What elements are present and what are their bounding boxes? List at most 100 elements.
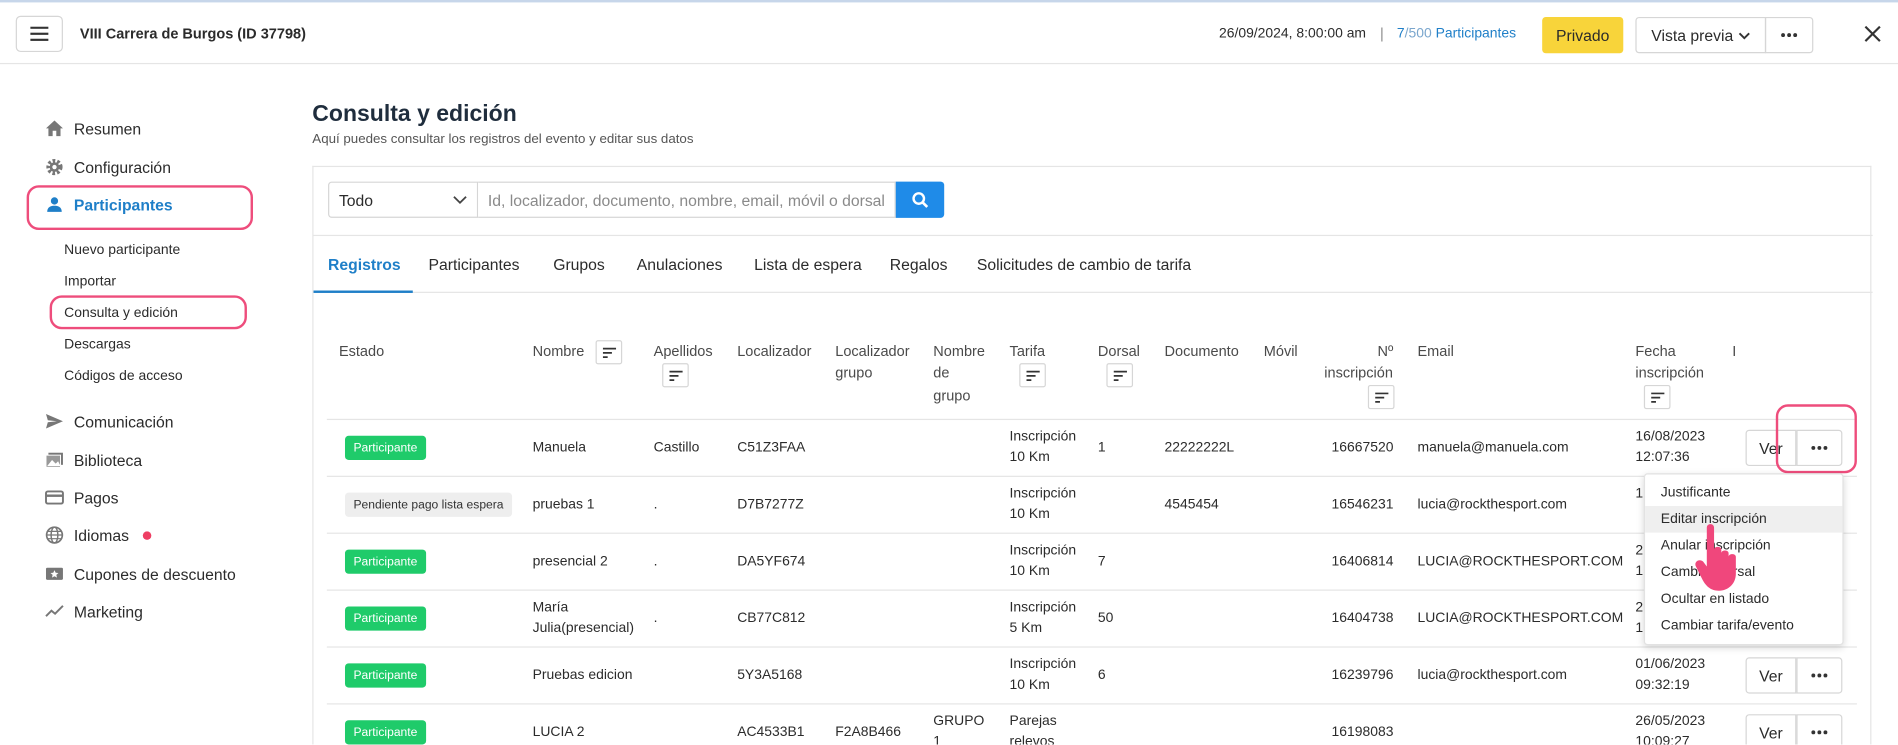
count-label: Participantes <box>1431 26 1517 42</box>
tab-registros[interactable]: Registros <box>328 255 401 273</box>
tab-solicitudes-cambio-tarifa[interactable]: Solicitudes de cambio de tarifa <box>977 255 1191 273</box>
cell-fecha-1: 2 <box>1635 543 1644 559</box>
images-icon <box>45 452 63 468</box>
sort-nombre-button[interactable] <box>595 340 623 365</box>
tab-regalos[interactable]: Regalos <box>890 255 948 273</box>
preview-button[interactable]: Vista previa <box>1635 16 1767 54</box>
cell-tarifa-2: 10 Km <box>1009 507 1050 522</box>
page-subtitle: Aquí puedes consultar los registros del … <box>312 131 694 147</box>
top-bar: VIII Carrera de Burgos (ID 37798) 26/09/… <box>0 0 1898 65</box>
sidebar-subitem-codigos-acceso[interactable]: Códigos de acceso <box>64 369 182 384</box>
cell-localizador: D7B7277Z <box>737 497 804 513</box>
menu-item-justificante[interactable]: Justificante <box>1645 479 1842 506</box>
sort-apellidos-button[interactable] <box>662 363 689 388</box>
cell-tarifa-1: Inscripción <box>1009 543 1077 559</box>
cell-localizador: DA5YF674 <box>737 554 806 569</box>
cell-nombre: pruebas 1 <box>532 497 595 513</box>
cell-fecha-2: 12:07:36 <box>1635 450 1690 465</box>
cell-localizador: C51Z3FAA <box>737 440 806 456</box>
sidebar-item-idiomas[interactable]: Idiomas <box>45 525 151 544</box>
tab-participantes[interactable]: Participantes <box>429 255 520 273</box>
close-icon[interactable] <box>1862 23 1884 45</box>
tab-anulaciones[interactable]: Anulaciones <box>637 255 723 273</box>
ellipsis-icon <box>1811 673 1828 678</box>
row-actions-button[interactable] <box>1796 714 1843 745</box>
status-badge: Pendiente pago lista espera <box>344 492 513 517</box>
cell-tarifa-1: Inscripción <box>1009 600 1077 615</box>
sidebar-subitem-nuevo-participante[interactable]: Nuevo participante <box>64 243 180 258</box>
cell-n-inscripcion: 16546231 <box>1331 497 1394 513</box>
send-icon <box>45 413 63 429</box>
preview-label: Vista previa <box>1651 26 1734 45</box>
cell-nombre: Pruebas edicion <box>532 668 633 683</box>
cell-tarifa-2: 10 Km <box>1009 564 1050 579</box>
view-button[interactable]: Ver <box>1745 714 1797 745</box>
status-badge: Participante <box>344 663 426 688</box>
sidebar-subitem-descargas[interactable]: Descargas <box>64 338 131 353</box>
active-tab-indicator <box>313 290 413 293</box>
sidebar-item-comunicacion[interactable]: Comunicación <box>45 412 174 431</box>
notification-dot <box>142 530 151 540</box>
sidebar-item-label: Comunicación <box>73 412 174 431</box>
sidebar-item-marketing[interactable]: Marketing <box>45 602 143 621</box>
row-divider <box>326 646 1857 648</box>
sidebar-item-cupones[interactable]: Cupones de descuento <box>45 564 236 583</box>
cell-fecha-1: 16/08/2023 <box>1635 429 1706 445</box>
coupon-icon <box>45 567 63 580</box>
col-documento: Documento <box>1164 342 1239 360</box>
hamburger-icon <box>30 26 49 41</box>
cell-n-inscripcion: 16198083 <box>1331 725 1394 740</box>
view-button[interactable]: Ver <box>1745 657 1797 694</box>
col-tarifa: Tarifa <box>1009 342 1046 360</box>
sidebar-subitem-importar[interactable]: Importar <box>64 275 116 290</box>
separator: | <box>1379 25 1384 43</box>
menu-item-cambiar-tarifa[interactable]: Cambiar tarifa/evento <box>1645 613 1842 640</box>
sort-icon <box>1650 391 1664 403</box>
hamburger-menu-button[interactable] <box>15 15 63 53</box>
row-actions-button[interactable] <box>1796 657 1843 694</box>
sort-fecha-button[interactable] <box>1643 384 1671 410</box>
cell-email: lucia@rockthesport.com <box>1417 668 1568 683</box>
cell-nombre: LUCIA 2 <box>532 725 585 740</box>
sidebar-item-configuracion[interactable]: Configuración <box>45 157 171 176</box>
row-divider <box>326 418 1857 421</box>
more-options-button[interactable] <box>1764 16 1814 54</box>
status-badge: Participante <box>344 549 426 574</box>
sidebar-item-biblioteca[interactable]: Biblioteca <box>45 450 142 469</box>
col-localizador: Localizador <box>737 342 812 360</box>
sidebar-item-resumen[interactable]: Resumen <box>45 119 141 138</box>
cell-email: lucia@rockthesport.com <box>1417 497 1568 513</box>
cell-localizador: CB77C812 <box>737 611 806 626</box>
cell-tarifa-2: relevos <box>1009 734 1055 745</box>
cell-localizador: 5Y3A5168 <box>737 668 803 683</box>
filter-select[interactable]: Todo <box>328 181 479 218</box>
trend-icon <box>45 605 64 617</box>
count-total: /500 <box>1404 26 1432 42</box>
cell-tarifa-1: Inscripción <box>1009 486 1077 502</box>
participants-count-link[interactable]: 7/500 Participantes <box>1397 27 1516 42</box>
search-input[interactable] <box>478 181 896 218</box>
cell-fecha-1: 1 <box>1635 486 1644 502</box>
status-badge: Participante <box>344 606 426 631</box>
sidebar-item-pagos[interactable]: Pagos <box>45 488 118 507</box>
sort-dorsal-button[interactable] <box>1106 363 1134 388</box>
cell-fecha-2: 10:09:27 <box>1635 734 1690 745</box>
col-fecha-1: Fecha <box>1635 342 1676 360</box>
cell-nombre-1: María <box>532 600 569 615</box>
sort-n-inscripcion-button[interactable] <box>1367 384 1395 410</box>
status-badge: Participante <box>344 435 426 460</box>
col-fecha-2: inscripción <box>1635 364 1705 382</box>
chevron-down-icon <box>453 196 467 205</box>
privado-button[interactable]: Privado <box>1542 16 1624 54</box>
cell-email: manuela@manuela.com <box>1417 440 1569 456</box>
tab-lista-espera[interactable]: Lista de espera <box>754 255 862 273</box>
cell-nombre-2: Julia(presencial) <box>532 620 634 636</box>
sort-tarifa-button[interactable] <box>1019 363 1046 388</box>
cell-tarifa-2: 10 Km <box>1009 450 1050 465</box>
cell-dorsal: 6 <box>1097 668 1106 683</box>
consulta-highlight <box>49 295 247 330</box>
cell-dorsal: 1 <box>1097 440 1106 456</box>
tab-grupos[interactable]: Grupos <box>553 255 605 273</box>
search-button[interactable] <box>895 181 945 218</box>
tabs: Registros Participantes Grupos Anulacion… <box>313 236 1873 293</box>
